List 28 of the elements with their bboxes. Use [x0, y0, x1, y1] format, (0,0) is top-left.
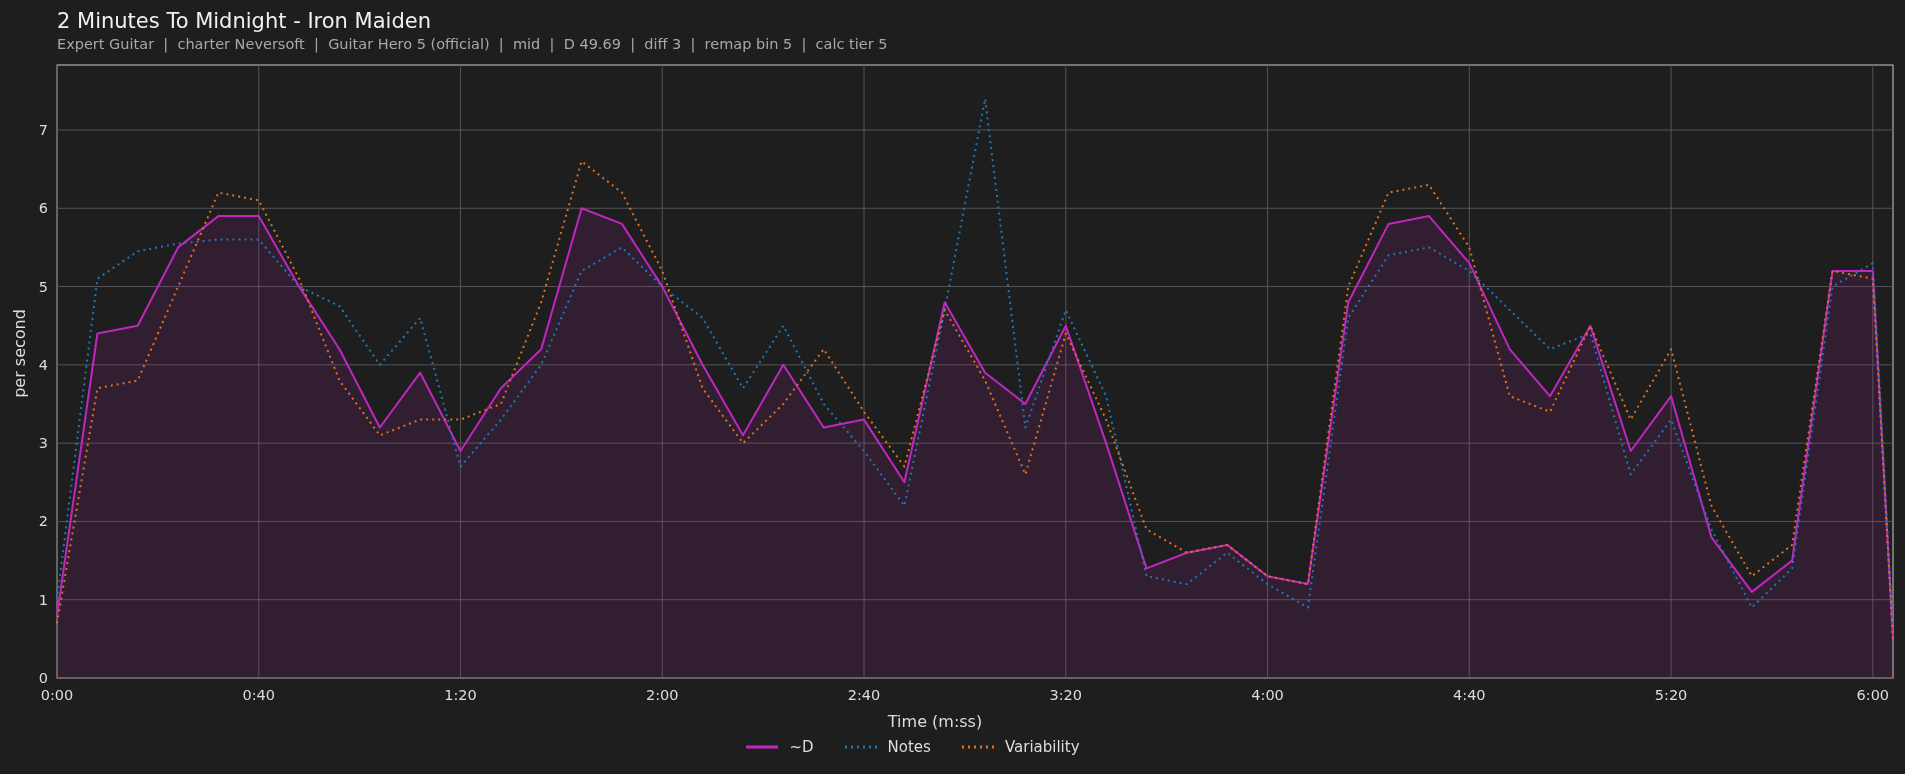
x-tick-label: 6:00 — [1856, 687, 1890, 703]
legend-label: Variability — [1004, 736, 1080, 758]
x-axis-label: Time (m:ss) — [887, 712, 983, 731]
x-tick-label: 0:00 — [40, 687, 74, 703]
legend-label: ~D — [789, 736, 814, 758]
x-tick-label: 2:40 — [847, 687, 881, 703]
y-tick-label: 2 — [38, 513, 48, 530]
x-tick-label: 2:00 — [646, 687, 679, 703]
legend-swatch — [745, 745, 780, 749]
y-tick-label: 0 — [38, 670, 48, 686]
x-tick-label: 1:20 — [444, 687, 477, 703]
y-tick-label: 1 — [38, 591, 48, 608]
x-tick-label: 0:40 — [242, 687, 276, 703]
y-tick-label: 3 — [38, 435, 48, 452]
legend-label: Notes — [887, 736, 931, 758]
y-tick-label: 7 — [38, 122, 48, 138]
legend-swatch — [960, 745, 995, 749]
x-tick-label: 4:40 — [1453, 687, 1486, 703]
legend-swatch — [843, 745, 878, 749]
y-tick-label: 6 — [38, 200, 48, 217]
y-axis-label: per second — [10, 309, 29, 398]
y-tick-label: 4 — [38, 356, 48, 373]
x-tick-label: 4:00 — [1251, 687, 1284, 703]
x-tick-label: 3:20 — [1049, 687, 1083, 703]
chart-subtitle: Expert Guitar | charter Neversoft | Guitar Hero 5 (official) | mid | D 49.69 | diff 3 | remap bin 5 | calc tier 5 — [57, 35, 888, 54]
y-tick-label: 5 — [38, 278, 48, 295]
x-tick-label: 5:20 — [1654, 687, 1688, 703]
chart-title: 2 Minutes To Midnight - Iron Maiden — [57, 8, 431, 34]
